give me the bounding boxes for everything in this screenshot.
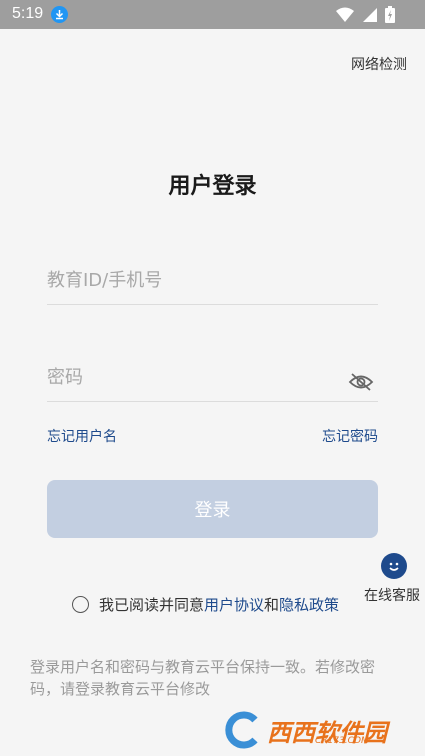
battery-icon — [385, 6, 395, 23]
watermark-logo: 西西软件园 CR173.COM — [223, 708, 419, 752]
password-field — [47, 352, 378, 402]
username-input[interactable] — [47, 265, 337, 295]
eye-off-icon[interactable] — [348, 372, 374, 396]
user-agreement-link[interactable]: 用户协议 — [204, 594, 264, 615]
agreement-row: 我已阅读并同意 用户协议 和 隐私政策 — [72, 594, 339, 615]
username-field — [47, 255, 378, 305]
watermark-sub: CR173.COM — [315, 736, 369, 746]
network-check-link[interactable]: 网络检测 — [351, 54, 407, 74]
privacy-policy-link[interactable]: 隐私政策 — [279, 594, 339, 615]
login-footnote: 登录用户名和密码与教育云平台保持一致。若修改密码，请登录教育云平台修改 — [30, 658, 376, 698]
status-bar: 5:19 — [0, 0, 425, 29]
login-button[interactable]: 登录 — [47, 480, 378, 538]
online-service-label: 在线客服 — [364, 588, 420, 604]
agree-radio[interactable] — [72, 596, 89, 613]
download-icon — [51, 6, 68, 23]
signal-icon — [363, 7, 377, 22]
status-icons — [336, 6, 395, 23]
status-time: 5:19 — [12, 5, 44, 22]
wifi-icon — [336, 7, 354, 22]
chat-icon — [381, 553, 407, 579]
forgot-password-link[interactable]: 忘记密码 — [322, 426, 378, 446]
agree-prefix: 我已阅读并同意 — [99, 596, 205, 614]
watermark-c-icon — [225, 711, 258, 749]
forgot-username-link[interactable]: 忘记用户名 — [47, 426, 117, 446]
password-input[interactable] — [47, 362, 337, 392]
agree-and: 和 — [264, 596, 280, 614]
page-title: 用户登录 — [168, 174, 257, 199]
